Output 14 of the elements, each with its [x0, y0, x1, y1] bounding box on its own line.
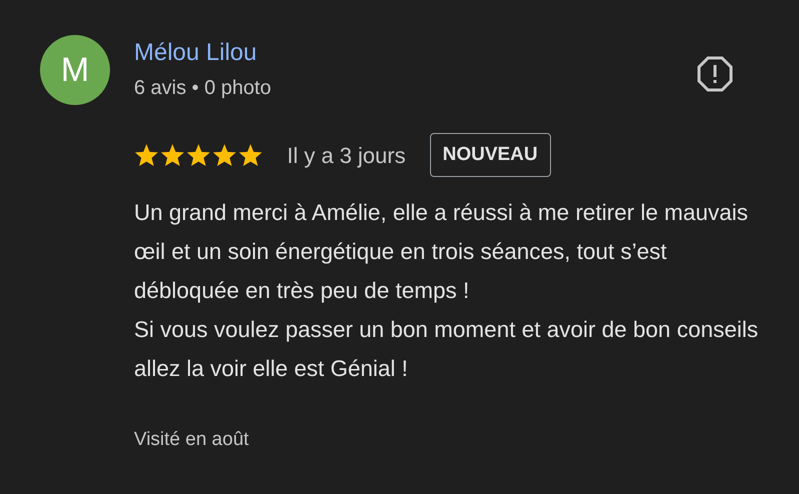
author-name[interactable]: Mélou Lilou — [134, 35, 272, 71]
star-icon — [186, 143, 211, 167]
review-time: Il y a 3 jours — [287, 142, 406, 170]
visit-date: Visité en août — [134, 428, 250, 452]
star-icon — [134, 143, 159, 167]
review-text: Un grand merci à Amélie, elle a réussi à me retirer le mauvais œil et un soin énergétique en trois séances, tout s’est débloquée en très peu de temps ! — [134, 199, 749, 305]
author-stats: 6 avis • 0 photo — [134, 76, 272, 101]
review-text: Si vous voulez passer un bon moment et avoir de bon conseils allez la voir elle est Génial ! — [134, 316, 760, 383]
new-badge: NOUVEAU — [430, 133, 551, 177]
star-icon — [212, 143, 237, 167]
avatar: M — [40, 35, 110, 105]
star-icon — [160, 143, 185, 167]
star-icon — [238, 143, 263, 167]
report-icon[interactable] — [697, 56, 733, 92]
